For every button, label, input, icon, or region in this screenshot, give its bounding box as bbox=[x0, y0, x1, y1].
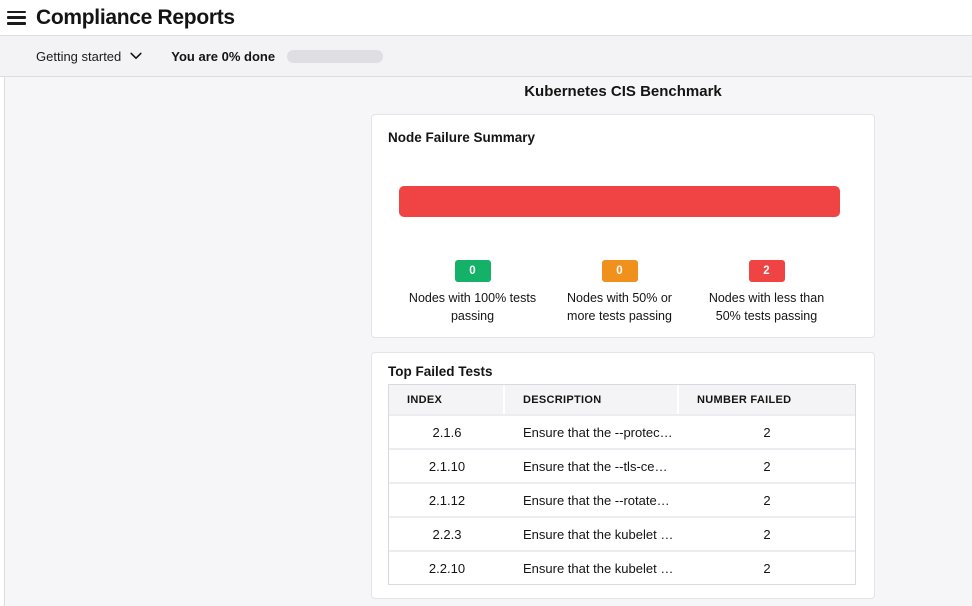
progress-text: You are 0% done bbox=[171, 49, 275, 64]
report-column: Kubernetes CIS Benchmark Node Failure Su… bbox=[371, 83, 875, 599]
stat-count-badge: 0 bbox=[602, 260, 638, 282]
stat-count-badge: 2 bbox=[749, 260, 785, 282]
top-failed-tests-table: Index Description Number Failed 2.1.6 En… bbox=[388, 384, 856, 585]
table-row: 2.2.3 Ensure that the kubelet … 2 bbox=[389, 516, 855, 550]
stat-item: 0 Nodes with 100% tests passing bbox=[399, 260, 546, 325]
node-failure-summary-title: Node Failure Summary bbox=[388, 130, 858, 145]
stat-label: Nodes with 100% tests passing bbox=[399, 290, 546, 325]
cell-description: Ensure that the --protec… bbox=[505, 425, 679, 440]
table-row: 2.1.10 Ensure that the --tls-ce… 2 bbox=[389, 448, 855, 482]
column-header-number-failed: Number Failed bbox=[679, 385, 855, 414]
cell-description: Ensure that the --rotate… bbox=[505, 493, 679, 508]
getting-started-dropdown[interactable]: Getting started bbox=[36, 49, 142, 64]
cell-number-failed: 2 bbox=[679, 561, 855, 576]
benchmark-title: Kubernetes CIS Benchmark bbox=[371, 83, 875, 100]
cell-index: 2.1.10 bbox=[389, 459, 505, 474]
column-header-description: Description bbox=[505, 385, 677, 414]
main-body: Kubernetes CIS Benchmark Node Failure Su… bbox=[0, 77, 972, 606]
table-row: 2.1.6 Ensure that the --protec… 2 bbox=[389, 414, 855, 448]
top-failed-tests-card: Top Failed Tests Index Description Numbe… bbox=[371, 352, 875, 599]
node-failure-stats: 0 Nodes with 100% tests passing 0 Nodes … bbox=[399, 260, 840, 325]
app-header: Compliance Reports bbox=[0, 0, 972, 35]
stat-label: Nodes with 50% or more tests passing bbox=[546, 290, 693, 325]
cell-number-failed: 2 bbox=[679, 459, 855, 474]
stat-label: Nodes with less than 50% tests passing bbox=[693, 290, 840, 325]
cell-number-failed: 2 bbox=[679, 425, 855, 440]
stat-count-badge: 0 bbox=[455, 260, 491, 282]
top-failed-tests-title: Top Failed Tests bbox=[388, 364, 858, 379]
stat-item: 0 Nodes with 50% or more tests passing bbox=[546, 260, 693, 325]
column-header-index: Index bbox=[389, 385, 503, 414]
hamburger-menu-icon[interactable] bbox=[7, 11, 26, 25]
node-failure-bar bbox=[399, 186, 840, 217]
chevron-down-icon bbox=[130, 52, 142, 60]
cell-index: 2.1.12 bbox=[389, 493, 505, 508]
cell-number-failed: 2 bbox=[679, 493, 855, 508]
cell-index: 2.1.6 bbox=[389, 425, 505, 440]
node-failure-summary-card: Node Failure Summary 0 Nodes with 100% t… bbox=[371, 114, 875, 338]
table-body: 2.1.6 Ensure that the --protec… 2 2.1.10… bbox=[389, 414, 855, 584]
getting-started-banner: Getting started You are 0% done bbox=[0, 35, 972, 77]
cell-description: Ensure that the kubelet … bbox=[505, 527, 679, 542]
cell-number-failed: 2 bbox=[679, 527, 855, 542]
cell-description: Ensure that the --tls-ce… bbox=[505, 459, 679, 474]
cell-index: 2.2.3 bbox=[389, 527, 505, 542]
table-header: Index Description Number Failed bbox=[389, 385, 855, 414]
progress-bar bbox=[287, 50, 383, 63]
page-title: Compliance Reports bbox=[36, 6, 235, 30]
stat-item: 2 Nodes with less than 50% tests passing bbox=[693, 260, 840, 325]
table-row: 2.2.10 Ensure that the kubelet … 2 bbox=[389, 550, 855, 584]
getting-started-label: Getting started bbox=[36, 49, 121, 64]
cell-description: Ensure that the kubelet … bbox=[505, 561, 679, 576]
content-area: Kubernetes CIS Benchmark Node Failure Su… bbox=[5, 77, 972, 606]
table-row: 2.1.12 Ensure that the --rotate… 2 bbox=[389, 482, 855, 516]
cell-index: 2.2.10 bbox=[389, 561, 505, 576]
